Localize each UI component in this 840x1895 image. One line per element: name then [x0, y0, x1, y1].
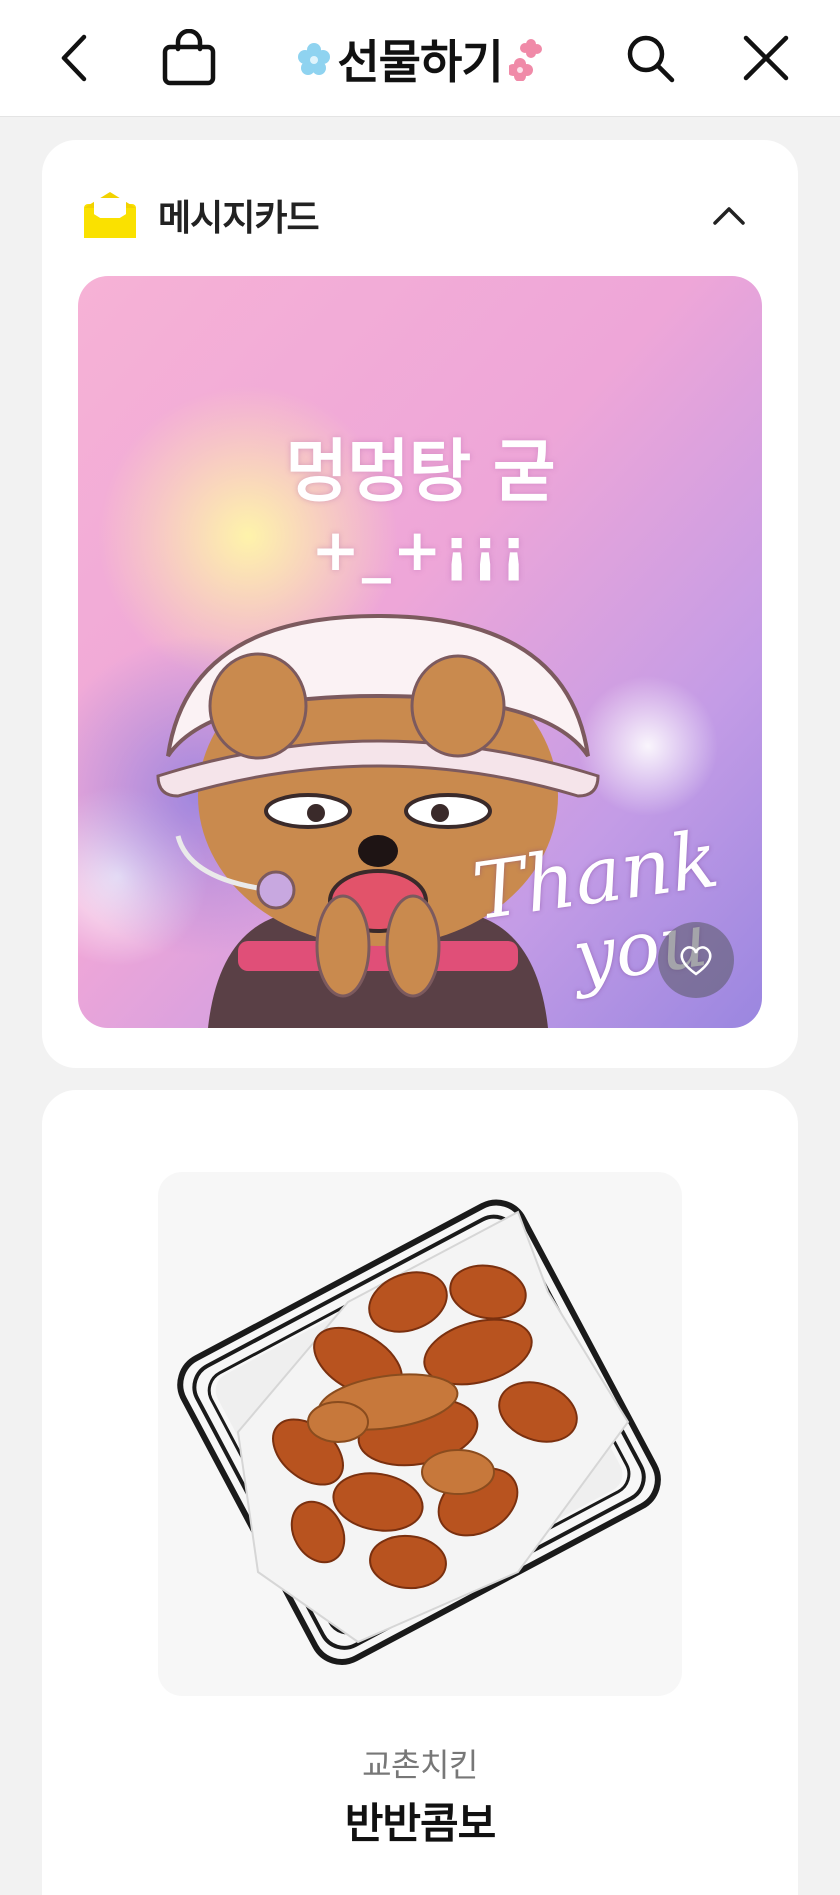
page-title-text: 선물하기	[337, 34, 503, 89]
card-action-button[interactable]	[658, 922, 734, 998]
product-image[interactable]	[158, 1172, 682, 1696]
collapse-toggle[interactable]	[700, 186, 758, 244]
card-message-line1: 멍멍탕 굳	[285, 433, 556, 512]
envelope-icon	[84, 192, 136, 238]
product-name: 반반콤보	[344, 1799, 497, 1848]
message-card-header[interactable]: 메시지카드	[82, 180, 758, 250]
product-brand: 교촌치킨	[362, 1746, 478, 1784]
close-button[interactable]	[730, 22, 802, 94]
search-button[interactable]	[614, 22, 686, 94]
flower-blue-icon	[298, 42, 331, 75]
flower-pink-icon	[508, 38, 542, 81]
card-message-line2: +_+¡¡¡	[311, 516, 529, 584]
message-card-label: 메시지카드	[158, 198, 320, 239]
chevron-left-icon	[61, 34, 87, 82]
back-button[interactable]	[38, 22, 110, 94]
search-icon	[627, 35, 675, 83]
message-card-section: 메시지카드 멍멍탕 굳 +_+¡¡¡ Thank you	[42, 140, 798, 1068]
chicken-basket-image	[177, 1199, 661, 1665]
page-title: 선물하기	[0, 0, 840, 117]
gift-box-button[interactable]	[153, 22, 225, 94]
close-icon	[743, 35, 789, 81]
gift-product-section: 교촌치킨 반반콤보	[42, 1090, 798, 1895]
shopping-bag-icon	[162, 29, 216, 86]
message-card-image[interactable]: 멍멍탕 굳 +_+¡¡¡ Thank you	[78, 276, 762, 1028]
heart-icon	[680, 946, 712, 976]
chevron-up-icon	[713, 207, 745, 225]
top-bar: 선물하기	[0, 0, 840, 117]
